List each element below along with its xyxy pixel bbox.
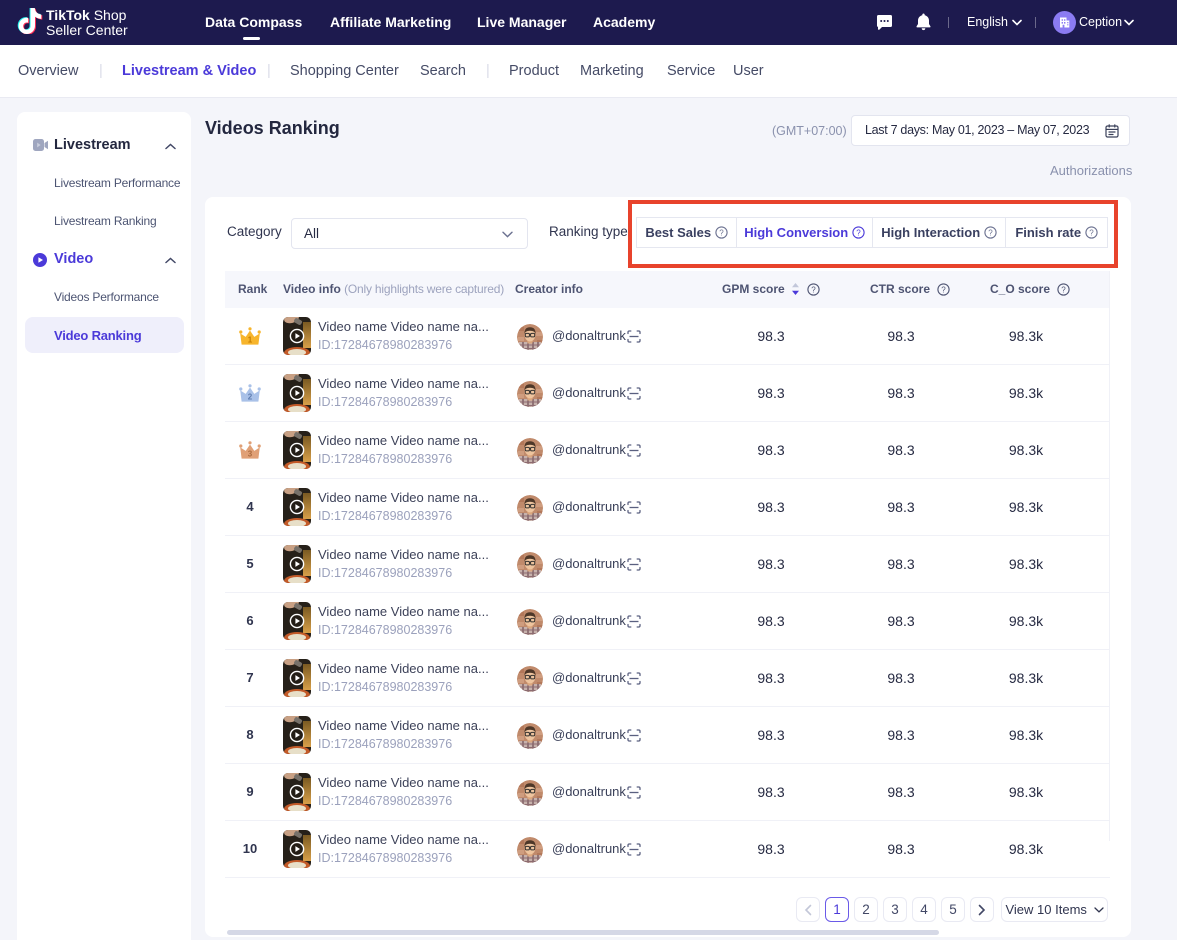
svg-text:2: 2 bbox=[248, 393, 253, 402]
svg-text:?: ? bbox=[1062, 285, 1067, 294]
svg-text:3: 3 bbox=[248, 450, 253, 459]
svg-text:?: ? bbox=[942, 285, 947, 294]
svg-text:?: ? bbox=[812, 285, 817, 294]
svg-text:1: 1 bbox=[248, 336, 253, 345]
